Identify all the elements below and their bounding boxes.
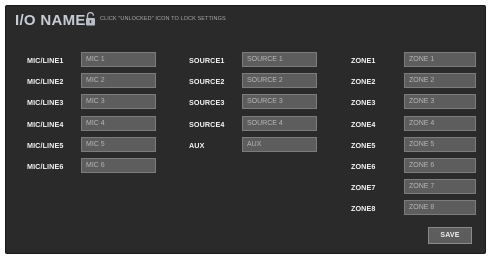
source-label-1: SOURCE1 bbox=[189, 56, 225, 65]
source-name-field-4[interactable]: SOURCE 4 bbox=[242, 116, 317, 131]
zone-name-field-2[interactable]: ZONE 2 bbox=[404, 73, 476, 88]
zone-name-field-5[interactable]: ZONE 5 bbox=[404, 137, 476, 152]
zone-label-6: ZONE6 bbox=[351, 162, 376, 171]
zone-name-field-6[interactable]: ZONE 6 bbox=[404, 158, 476, 173]
source-label-2: SOURCE2 bbox=[189, 77, 225, 86]
source-name-field-3[interactable]: SOURCE 3 bbox=[242, 94, 317, 109]
source-label-3: SOURCE3 bbox=[189, 98, 225, 107]
source-label-aux: AUX bbox=[189, 141, 205, 150]
input-name-field-3[interactable]: MIC 3 bbox=[81, 94, 156, 109]
zone-name-field-1[interactable]: ZONE 1 bbox=[404, 52, 476, 67]
input-label-6: MIC/LINE6 bbox=[27, 162, 64, 171]
input-name-field-2[interactable]: MIC 2 bbox=[81, 73, 156, 88]
zone-name-field-3[interactable]: ZONE 3 bbox=[404, 94, 476, 109]
zone-label-5: ZONE5 bbox=[351, 141, 376, 150]
input-name-field-1[interactable]: MIC 1 bbox=[81, 52, 156, 67]
input-name-field-4[interactable]: MIC 4 bbox=[81, 116, 156, 131]
source-label-4: SOURCE4 bbox=[189, 120, 225, 129]
zone-label-1: ZONE1 bbox=[351, 56, 376, 65]
zone-label-2: ZONE2 bbox=[351, 77, 376, 86]
io-name-panel: I/O NAME CLICK "UNLOCKED" ICON TO LOCK S… bbox=[5, 5, 486, 254]
input-label-4: MIC/LINE4 bbox=[27, 120, 64, 129]
input-label-1: MIC/LINE1 bbox=[27, 56, 64, 65]
zone-name-field-7[interactable]: ZONE 7 bbox=[404, 179, 476, 194]
input-name-field-6[interactable]: MIC 6 bbox=[81, 158, 156, 173]
zone-label-8: ZONE8 bbox=[351, 204, 376, 213]
zone-label-7: ZONE7 bbox=[351, 183, 376, 192]
input-label-3: MIC/LINE3 bbox=[27, 98, 64, 107]
input-label-5: MIC/LINE5 bbox=[27, 141, 64, 150]
source-name-field-2[interactable]: SOURCE 2 bbox=[242, 73, 317, 88]
input-label-2: MIC/LINE2 bbox=[27, 77, 64, 86]
source-name-field-aux[interactable]: AUX bbox=[242, 137, 317, 152]
save-button[interactable]: SAVE bbox=[428, 227, 472, 244]
zone-name-field-8[interactable]: ZONE 8 bbox=[404, 200, 476, 215]
input-name-field-5[interactable]: MIC 5 bbox=[81, 137, 156, 152]
source-name-field-1[interactable]: SOURCE 1 bbox=[242, 52, 317, 67]
zone-label-3: ZONE3 bbox=[351, 98, 376, 107]
page-title: I/O NAME bbox=[15, 12, 86, 29]
zone-name-field-4[interactable]: ZONE 4 bbox=[404, 116, 476, 131]
zone-label-4: ZONE4 bbox=[351, 120, 376, 129]
lock-hint-text: CLICK "UNLOCKED" ICON TO LOCK SETTINGS bbox=[100, 16, 226, 22]
unlocked-padlock-icon[interactable] bbox=[85, 12, 96, 26]
